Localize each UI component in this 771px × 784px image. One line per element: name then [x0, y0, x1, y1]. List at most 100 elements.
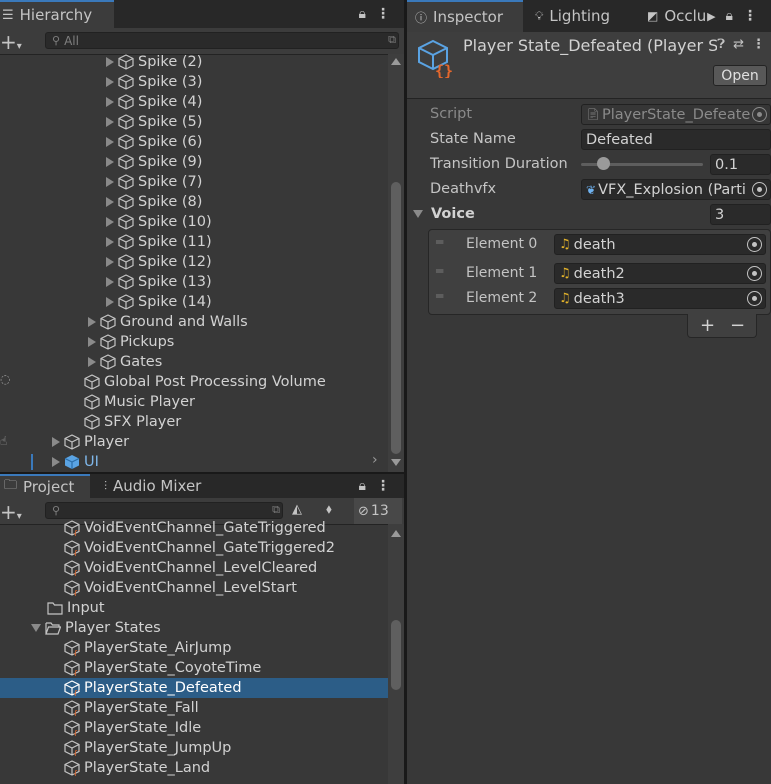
remove-element-button[interactable]: −: [730, 315, 745, 336]
object-picker-icon[interactable]: [747, 266, 762, 281]
asset-item[interactable]: {} PlayerState_AirJump: [64, 638, 231, 658]
gameobject-cube-icon: [118, 194, 134, 210]
more-menu-icon[interactable]: ⋮: [376, 478, 390, 494]
asset-item[interactable]: {} PlayerState_CoyoteTime: [64, 658, 261, 678]
project-search-input[interactable]: ⚲ ⧉: [45, 502, 283, 519]
hierarchy-item[interactable]: Spike (4): [106, 92, 202, 112]
audio-clip-field[interactable]: ♫ death3: [554, 288, 766, 309]
hierarchy-scroll-thumb[interactable]: [391, 182, 401, 454]
filter-by-type-icon[interactable]: ◭: [292, 502, 302, 517]
filter-by-label-icon[interactable]: ⬧: [326, 502, 332, 517]
scroll-up-arrow[interactable]: [391, 58, 401, 65]
hierarchy-item[interactable]: Spike (6): [106, 132, 202, 152]
more-tabs-arrow[interactable]: ▶: [707, 10, 715, 23]
transition-duration-input[interactable]: 0.1: [710, 154, 771, 175]
lock-icon[interactable]: 🔒︎: [359, 478, 366, 494]
hierarchy-item[interactable]: Spike (5): [106, 112, 202, 132]
hierarchy-item[interactable]: Player: [52, 432, 129, 452]
hierarchy-item[interactable]: Pickups: [88, 332, 174, 352]
create-add-button[interactable]: +▾: [0, 500, 22, 524]
voice-foldout[interactable]: Voice: [413, 203, 475, 225]
hierarchy-item[interactable]: Spike (14): [106, 292, 212, 312]
audio-clip-field[interactable]: ♫ death: [554, 234, 766, 255]
hierarchy-item[interactable]: Spike (12): [106, 252, 212, 272]
vertical-splitter[interactable]: [404, 0, 407, 784]
hierarchy-search-input[interactable]: ⚲ All ⧉: [45, 32, 399, 49]
hierarchy-item[interactable]: Spike (9): [106, 152, 202, 172]
asset-item[interactable]: {} PlayerState_Idle: [64, 718, 201, 738]
more-menu-icon[interactable]: ⋮: [743, 8, 757, 24]
transition-duration-slider[interactable]: [581, 154, 703, 174]
scriptable-object-icon: {}: [64, 640, 80, 656]
scriptable-object-icon: {}: [64, 700, 80, 716]
scroll-right-arrow[interactable]: ›: [372, 452, 378, 468]
state-name-input[interactable]: Defeated: [581, 129, 771, 150]
asset-item[interactable]: {} PlayerState_Fall: [64, 698, 199, 718]
lock-icon[interactable]: 🔒︎: [726, 8, 733, 24]
scroll-up-arrow[interactable]: [391, 530, 401, 537]
object-picker-icon[interactable]: [752, 107, 767, 122]
tab-audio-mixer[interactable]: ⫶ Audio Mixer: [96, 474, 209, 498]
asset-item-selected[interactable]: {} PlayerState_Defeated: [64, 678, 242, 698]
asset-item[interactable]: {} VoidEventChannel_GateTriggered: [64, 518, 326, 538]
deathvfx-field[interactable]: ❦ VFX_Explosion (Parti: [581, 179, 771, 200]
asset-item-label: PlayerState_Idle: [84, 720, 202, 736]
info-icon: ⓘ: [415, 10, 428, 25]
preset-icon[interactable]: ⇄: [733, 37, 744, 52]
project-scroll-thumb[interactable]: [391, 620, 401, 690]
slider-thumb[interactable]: [597, 157, 611, 170]
folder-item[interactable]: Player States: [31, 618, 161, 638]
tab-inspector[interactable]: ⓘ Inspector: [407, 0, 523, 32]
hierarchy-item[interactable]: Spike (8): [106, 192, 202, 212]
hierarchy-item[interactable]: Global Post Processing Volume: [84, 372, 326, 392]
tab-occlusion[interactable]: ◩ Occlu: [639, 0, 714, 32]
pickability-toggle-icon[interactable]: ☝: [0, 434, 7, 448]
tab-project[interactable]: 🗀︎ Project: [0, 474, 90, 498]
hierarchy-item[interactable]: UI: [52, 452, 99, 472]
hierarchy-item[interactable]: Spike (3): [106, 72, 202, 92]
drag-handle-icon[interactable]: ═: [436, 264, 443, 278]
folder-item[interactable]: Input: [47, 598, 105, 618]
hierarchy-item-label: Spike (14): [138, 294, 212, 310]
open-button[interactable]: Open: [713, 65, 767, 86]
object-picker-icon[interactable]: [747, 237, 762, 252]
hierarchy-item[interactable]: Spike (7): [106, 172, 202, 192]
visibility-toggle-icon[interactable]: ◌: [0, 372, 10, 386]
more-menu-icon[interactable]: ⋮: [752, 37, 765, 52]
asset-item[interactable]: {} PlayerState_JumpUp: [64, 738, 231, 758]
help-icon[interactable]: ❓︎: [717, 37, 725, 52]
create-add-button[interactable]: +▾: [0, 30, 22, 54]
asset-item[interactable]: {} VoidEventChannel_LevelCleared: [64, 558, 317, 578]
asset-item[interactable]: {} VoidEventChannel_LevelStart: [64, 578, 297, 598]
more-menu-icon[interactable]: ⋮: [376, 6, 390, 22]
object-picker-icon[interactable]: [747, 291, 762, 306]
horizontal-splitter[interactable]: [0, 472, 404, 474]
project-scrollbar[interactable]: [388, 524, 404, 784]
hierarchy-item[interactable]: SFX Player: [84, 412, 181, 432]
particle-system-icon: ❦: [586, 182, 597, 197]
asset-item[interactable]: {} PlayerState_Land: [64, 758, 210, 778]
hierarchy-item[interactable]: Spike (11): [106, 232, 212, 252]
scroll-down-arrow[interactable]: [391, 459, 401, 466]
hierarchy-item[interactable]: Gates: [88, 352, 162, 372]
audio-clip-field[interactable]: ♫ death2: [554, 263, 766, 284]
hierarchy-item[interactable]: Spike (2): [106, 52, 202, 72]
script-field: 📄︎ PlayerState_Defeate: [581, 104, 771, 125]
voice-size-input[interactable]: 3: [710, 204, 771, 225]
hierarchy-scrollbar[interactable]: [388, 54, 404, 472]
search-mode-icon[interactable]: ⧉: [272, 503, 280, 517]
hierarchy-item[interactable]: Ground and Walls: [88, 312, 248, 332]
hierarchy-item[interactable]: Spike (13): [106, 272, 212, 292]
tab-hierarchy[interactable]: ☰ Hierarchy: [0, 0, 114, 28]
object-picker-icon[interactable]: [752, 182, 767, 197]
add-element-button[interactable]: +: [700, 315, 715, 336]
tab-lighting[interactable]: 💡︎ Lighting: [527, 0, 618, 32]
hierarchy-item[interactable]: Music Player: [84, 392, 195, 412]
asset-item[interactable]: {} VoidEventChannel_GateTriggered2: [64, 538, 335, 558]
hierarchy-item[interactable]: Spike (10): [106, 212, 212, 232]
lock-icon[interactable]: 🔒︎: [359, 6, 366, 22]
drag-handle-icon[interactable]: ═: [436, 289, 443, 303]
search-mode-icon[interactable]: ⧉: [388, 33, 396, 47]
hidden-packages-toggle[interactable]: ⊘ 13: [354, 498, 402, 524]
drag-handle-icon[interactable]: ═: [436, 235, 443, 249]
